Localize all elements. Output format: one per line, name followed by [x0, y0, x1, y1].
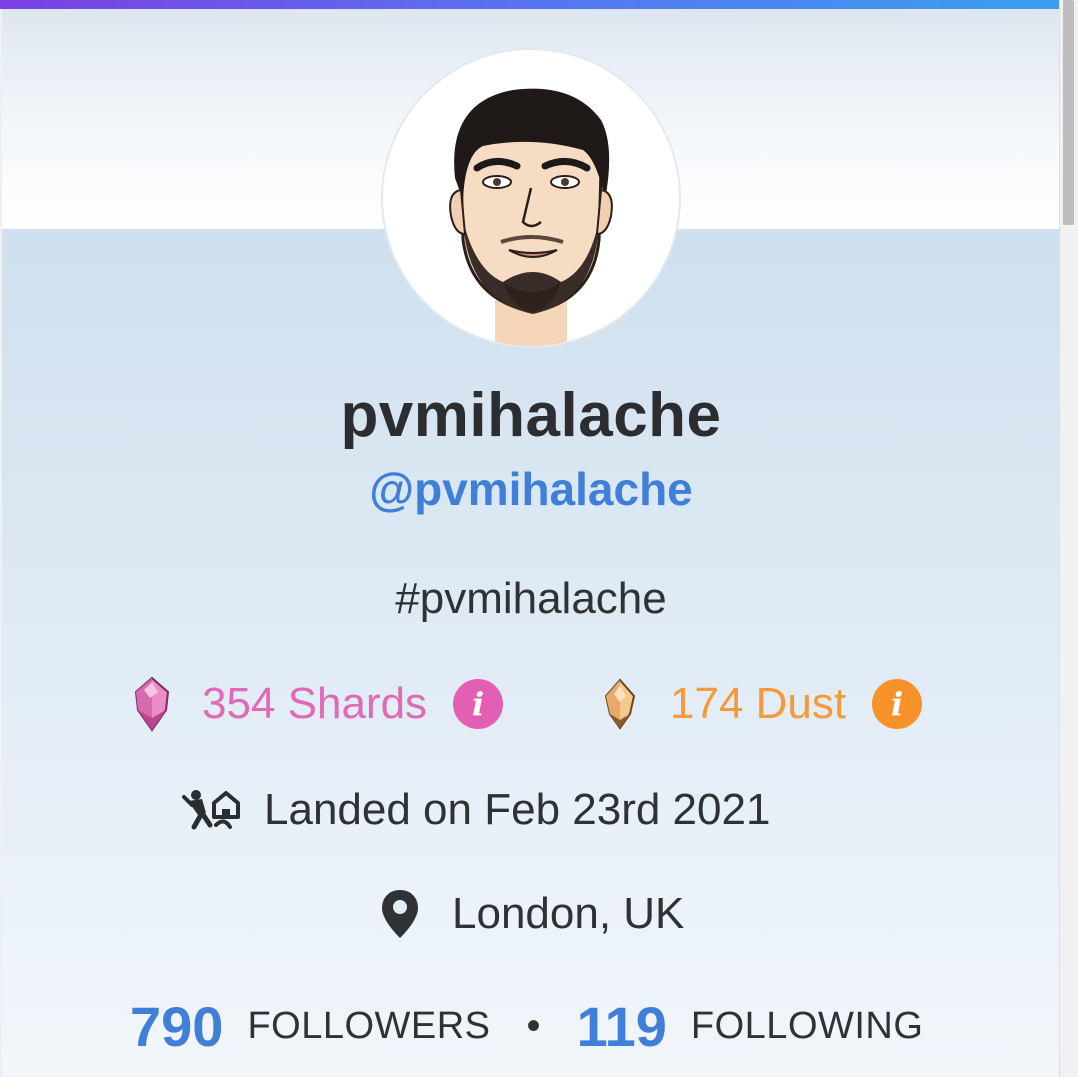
parachute-landing-icon	[182, 790, 240, 830]
scrollbar-thumb[interactable]	[1063, 0, 1074, 225]
profile-card	[2, 229, 1060, 1077]
profile-hashtag[interactable]: #pvmihalache	[0, 574, 1062, 624]
avatar-illustration-icon	[449, 88, 613, 346]
dust-info-glyph: i	[891, 685, 904, 723]
followers-label: FOLLOWERS	[247, 1004, 491, 1047]
vertical-scrollbar[interactable]	[1059, 0, 1078, 1077]
profile-handle-link[interactable]: @pvmihalache	[0, 462, 1062, 516]
separator-dot: •	[526, 1003, 541, 1048]
shards-label: 354 Shards	[202, 679, 428, 728]
following-label: FOLLOWING	[690, 1004, 924, 1047]
avatar[interactable]	[383, 50, 679, 346]
follow-stats: 790 FOLLOWERS • 119 FOLLOWING	[130, 990, 923, 1062]
following-count: 119	[576, 994, 667, 1058]
dust-label: 174 Dust	[670, 679, 847, 728]
location-text: London, UK	[452, 889, 685, 938]
landed-text: Landed on Feb 23rd 2021	[264, 785, 771, 834]
pink-gem-icon	[134, 676, 170, 732]
shards-info-glyph: i	[471, 685, 485, 723]
map-pin-icon	[382, 890, 418, 938]
shards-info-icon[interactable]: i	[453, 679, 504, 729]
display-name: pvmihalache	[340, 381, 722, 450]
followers-link[interactable]: 790 FOLLOWERS	[130, 994, 491, 1059]
dust-info-icon[interactable]: i	[872, 679, 923, 729]
landed-date: Landed on Feb 23rd 2021	[180, 780, 770, 840]
shards-stat: 354 Shards i	[132, 672, 504, 736]
location: London, UK	[380, 884, 684, 944]
profile-screen: pvmihalache @pvmihalache #pvmihalache 35…	[0, 0, 1078, 1077]
amber-gem-icon	[604, 678, 636, 730]
followers-count: 790	[130, 994, 224, 1058]
dust-stat: 174 Dust i	[600, 672, 923, 736]
following-link[interactable]: 119 FOLLOWING	[577, 994, 924, 1059]
top-accent-bar	[0, 0, 1062, 9]
